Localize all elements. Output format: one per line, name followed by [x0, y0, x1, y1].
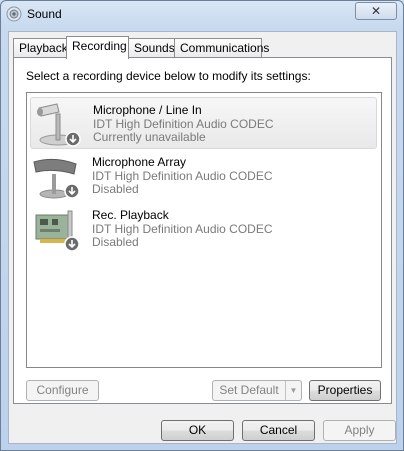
- tab-recording[interactable]: Recording: [66, 36, 129, 59]
- device-driver: IDT High Definition Audio CODEC: [93, 117, 274, 131]
- tab-playback[interactable]: Playback: [13, 38, 68, 58]
- window-title: Sound: [27, 7, 62, 21]
- tab-communications[interactable]: Communications: [174, 38, 269, 58]
- cancel-button[interactable]: Cancel: [242, 420, 315, 441]
- set-default-label: Set Default: [219, 383, 279, 397]
- dialog-body: Playback Recording Sounds Communications…: [8, 31, 397, 444]
- device-microphone-array[interactable]: Microphone Array IDT High Definition Aud…: [30, 150, 377, 202]
- device-name: Microphone Array: [92, 155, 187, 169]
- speaker-icon: [6, 6, 22, 22]
- device-status: Disabled: [92, 182, 139, 196]
- tab-sounds[interactable]: Sounds: [128, 38, 175, 58]
- recording-panel: Select a recording device below to modif…: [13, 57, 392, 404]
- device-driver: IDT High Definition Audio CODEC: [92, 222, 273, 236]
- device-status: Disabled: [92, 235, 139, 249]
- dropdown-arrow-icon[interactable]: ▼: [285, 381, 301, 400]
- sound-dialog: Sound ✕ Playback Recording Sounds Commun…: [0, 0, 404, 451]
- device-name: Microphone / Line In: [93, 103, 202, 117]
- device-rec-playback[interactable]: Rec. Playback IDT High Definition Audio …: [30, 203, 377, 255]
- device-microphone-line-in[interactable]: Microphone / Line In IDT High Definition…: [30, 97, 377, 149]
- close-button[interactable]: ✕: [355, 2, 397, 20]
- device-driver: IDT High Definition Audio CODEC: [92, 169, 273, 183]
- set-default-split-button[interactable]: Set Default ▼: [212, 380, 302, 401]
- microphone-stand-icon: [37, 103, 81, 147]
- microphone-array-icon: [33, 158, 80, 199]
- ok-button[interactable]: OK: [161, 420, 234, 441]
- configure-button[interactable]: Configure: [26, 380, 99, 401]
- properties-button[interactable]: Properties: [309, 380, 381, 401]
- title-bar[interactable]: Sound ✕: [1, 1, 403, 29]
- instruction-text: Select a recording device below to modif…: [26, 69, 311, 83]
- device-status: Currently unavailable: [93, 130, 206, 144]
- close-icon: ✕: [370, 4, 382, 18]
- sound-card-icon: [35, 210, 80, 252]
- device-name: Rec. Playback: [92, 208, 169, 222]
- device-list[interactable]: Microphone / Line In IDT High Definition…: [26, 92, 382, 368]
- apply-button[interactable]: Apply: [323, 420, 396, 441]
